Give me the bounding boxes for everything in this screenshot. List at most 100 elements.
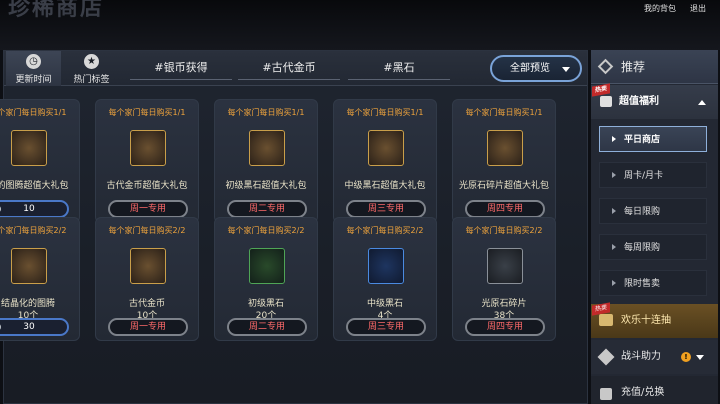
sidebar-battle-boost-label: 战斗助力 [621,351,661,362]
ticket-icon [599,314,613,326]
shop-main-panel: ◷ 更新时间 ★ 热门标签 #银币获得 #古代金币 #黑石 全部预览 每个家门每… [0,50,588,404]
weekday-only-button[interactable]: 周三专用 [346,318,426,336]
purchase-limit: 每个家门每日购买1/1 [465,108,543,117]
purchase-limit: 每个家门每日购买2/2 [465,226,543,235]
weekday-only-button[interactable]: 周二专用 [227,200,307,218]
gift-box-icon [600,96,612,107]
hashtag-ancient-coin[interactable]: #古代金币 [238,58,340,80]
button-label: 周二专用 [248,204,285,214]
sidebar-recharge[interactable]: 充值/兑换 [591,376,718,404]
product-card[interactable]: 每个家门每日购买2/2 古代金币 10个 周一专用 [95,217,199,341]
gold-chest-icon [11,130,47,166]
button-label: 周三专用 [367,204,404,214]
weekday-only-button[interactable]: 周二专用 [227,318,307,336]
hot-sale-badge: 热卖 [592,83,610,97]
shop-title: 珍稀商店 [8,0,105,21]
sidebar-subitem[interactable]: 每周限购 [599,234,707,260]
blue-chest-icon [368,130,404,166]
top-bar: 珍稀商店 我的背包 退出 [0,0,720,50]
product-card[interactable]: 每个家门每日购买1/1 化的图腾超值大礼包 10 [0,99,80,223]
hashtag-black-stone[interactable]: #黑石 [348,58,450,80]
sidebar-recommend-label: 推荐 [621,60,646,74]
sidebar-subitem[interactable]: 平日商店 [599,126,707,152]
tab-hot-tags-label: 热门标签 [73,75,110,85]
button-label: 30 [23,322,35,332]
button-label: 10 [23,204,35,214]
sidebar-subitem[interactable]: 周卡/月卡 [599,162,707,188]
sidebar-recharge-label: 充值/兑换 [621,387,665,398]
coin-icon [0,323,1,331]
purchase-limit: 每个家门每日购买2/2 [227,226,305,235]
tab-update-time-label: 更新时间 [15,75,52,85]
product-card[interactable]: 每个家门每日购买2/2结晶化的图腾10个30 [0,217,80,341]
button-label: 周二专用 [248,322,285,332]
sidebar-lucky-draw[interactable]: 热卖 欢乐十连抽 [591,302,718,338]
sidebar-recommend[interactable]: 推荐 [591,50,718,84]
gold-chest-icon [130,130,166,166]
filter-tab-bar: ◷ 更新时间 ★ 热门标签 #银币获得 #古代金币 #黑石 全部预览 [4,51,587,86]
button-label: 周一专用 [129,322,166,332]
chevron-right-icon [612,136,616,142]
coin-icon [600,388,612,400]
tab-hot-tags[interactable]: ★ 热门标签 [64,51,119,86]
coin-icon [0,205,1,213]
product-name: 中级黑石超值大礼包 [344,181,426,191]
product-card[interactable]: 每个家门每日购买1/1 光原石碎片超值大礼包周四专用 [452,99,556,223]
weekday-only-button[interactable]: 周一专用 [108,318,188,336]
product-name: 初级黑石超值大礼包 [225,181,307,191]
exit-label: 退出 [690,4,706,13]
chevron-right-icon [612,244,616,250]
green-chest-icon [249,130,285,166]
crystal-totem-icon [11,248,47,284]
chevron-right-icon [612,280,616,286]
weekday-only-button[interactable]: 周一专用 [108,200,188,218]
sidebar-lucky-draw-label: 欢乐十连抽 [621,315,671,326]
right-sidebar: 推荐 热卖 超值福利 平日商店周卡/月卡每日限购每周限购限时售卖 热卖 欢乐十连… [591,50,718,404]
star-icon: ★ [84,54,99,69]
weekday-only-button[interactable]: 周四专用 [465,318,545,336]
black-stone-icon [249,248,285,284]
purchase-limit: 每个家门每日购买2/2 [346,226,424,235]
sidebar-subitem-label: 限时售卖 [624,279,661,289]
product-card[interactable]: 每个家门每日购买1/1 初级黑石超值大礼包 周二专用 [214,99,318,223]
exit-button[interactable]: 退出 [683,0,713,16]
product-card[interactable]: 每个家门每日购买2/2 初级黑石 20个 周二专用 [214,217,318,341]
chevron-down-icon [562,67,570,72]
sidebar-subitem[interactable]: 限时售卖 [599,270,707,296]
product-name: 古代金币超值大礼包 [106,181,188,191]
weekday-only-button[interactable]: 周三专用 [346,200,426,218]
product-card[interactable]: 每个家门每日购买1/1 古代金币超值大礼包 周一专用 [95,99,199,223]
purchase-limit: 每个家门每日购买2/2 [108,226,186,235]
chevron-right-icon [612,208,616,214]
my-bag-button[interactable]: 我的背包 [640,0,680,16]
gold-coin-icon [130,248,166,284]
sword-icon [597,348,615,366]
purchase-limit: 每个家门每日购买1/1 [0,108,67,117]
tab-update-time[interactable]: ◷ 更新时间 [6,51,61,86]
buy-price-button[interactable]: 10 [0,200,69,218]
buy-price-button[interactable]: 30 [0,318,69,336]
chevron-down-icon [696,355,704,360]
chevron-right-icon [612,172,616,178]
chevron-up-icon [698,100,706,105]
diamond-icon [597,58,614,75]
button-label: 周一专用 [129,204,166,214]
button-label: 周三专用 [367,322,404,332]
product-name: 光原石碎片超值大礼包 [458,181,549,191]
alert-icon: ! [681,352,691,362]
button-label: 周四专用 [486,322,523,332]
sidebar-welfare-label: 超值福利 [619,96,659,107]
sidebar-subitem[interactable]: 每日限购 [599,198,707,224]
preview-all-label: 全部预览 [510,63,550,74]
sidebar-subitem-label: 每日限购 [624,207,661,217]
hashtag-silver[interactable]: #银币获得 [130,58,232,80]
preview-all-dropdown[interactable]: 全部预览 [490,55,582,82]
weekday-only-button[interactable]: 周四专用 [465,200,545,218]
product-card[interactable]: 每个家门每日购买1/1 中级黑石超值大礼包 周三专用 [333,99,437,223]
product-card[interactable]: 每个家门每日购买2/2 光原石碎片 38个 周四专用 [452,217,556,341]
black-stone-icon [368,248,404,284]
product-card[interactable]: 每个家门每日购买2/2 中级黑石 4个 周三专用 [333,217,437,341]
product-name: 化的图腾超值大礼包 [0,181,69,191]
sidebar-welfare[interactable]: 热卖 超值福利 [591,83,718,119]
sidebar-battle-boost[interactable]: 战斗助力 ! [591,340,718,374]
